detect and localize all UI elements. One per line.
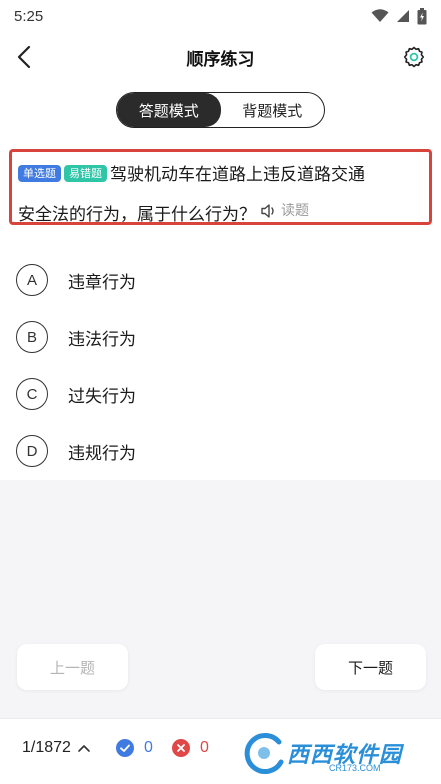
option-text: 过失行为: [68, 386, 136, 407]
question-line-2: 安全法的行为，属于什么行为？ 读题: [18, 193, 423, 233]
speaker-icon: [261, 204, 274, 218]
status-time: 5:25: [14, 7, 44, 25]
option-d[interactable]: D 违规行为: [16, 433, 136, 469]
watermark-subtext: CR173.COM: [329, 763, 381, 773]
battery-icon: [417, 7, 427, 24]
header: 顺序练习: [0, 32, 441, 82]
correct-count-stat: 0: [116, 739, 153, 757]
question-area: 答题模式 背题模式 单选题 易错题 驾驶机动车在道路上违反道路交通 安全法的行为，属…: [0, 82, 441, 480]
tab-memorize-mode[interactable]: 背题模式: [221, 93, 325, 127]
option-letter: A: [16, 264, 48, 296]
watermark-swoosh: [244, 733, 284, 774]
wrong-count: 0: [200, 739, 209, 756]
cross-circle-icon: [172, 739, 190, 757]
status-bar: 5:25: [0, 0, 441, 32]
question-text-2: 安全法的行为，属于什么行为？: [18, 205, 256, 225]
option-text: 违法行为: [68, 329, 136, 350]
tab-answer-mode[interactable]: 答题模式: [117, 93, 221, 127]
option-a[interactable]: A 违章行为: [16, 262, 136, 298]
status-icons: [371, 7, 427, 25]
wifi-icon: [371, 9, 389, 22]
back-button[interactable]: [10, 42, 38, 72]
page-title: 顺序练习: [186, 49, 255, 70]
back-icon: [17, 45, 31, 69]
question-line-1: 单选题 易错题 驾驶机动车在道路上违反道路交通: [18, 157, 423, 193]
signal-icon: [397, 10, 409, 22]
option-text: 违规行为: [68, 443, 136, 464]
wrong-count-stat: 0: [172, 739, 209, 757]
settings-button[interactable]: [399, 42, 429, 72]
mode-toggle: 答题模式 背题模式: [116, 92, 325, 128]
correct-count: 0: [144, 739, 153, 756]
question-text-1: 驾驶机动车在道路上违反道路交通: [110, 165, 365, 185]
progress-count: 1/1872: [22, 739, 71, 756]
error-prone-badge: 易错题: [64, 165, 107, 182]
check-circle-icon: [116, 739, 134, 757]
watermark-logo: 西西软件园 CR173.COM: [241, 725, 441, 781]
settings-icon: [403, 46, 425, 68]
option-letter: C: [16, 378, 48, 410]
prev-question-button[interactable]: 上一题: [17, 644, 128, 690]
bottom-bar: 1/1872 0 0 西西软件园 CR173.COM: [0, 718, 441, 784]
option-b[interactable]: B 违法行为: [16, 319, 136, 355]
progress-indicator[interactable]: 1/1872: [22, 739, 91, 757]
option-letter: D: [16, 435, 48, 467]
option-c[interactable]: C 过失行为: [16, 376, 136, 412]
read-question-button[interactable]: 读题: [260, 193, 309, 229]
chevron-up-icon: [78, 745, 90, 752]
option-text: 违章行为: [68, 272, 136, 293]
question-box: 单选题 易错题 驾驶机动车在道路上违反道路交通 安全法的行为，属于什么行为？ 读题: [9, 149, 432, 225]
next-question-button[interactable]: 下一题: [315, 644, 426, 690]
option-letter: B: [16, 321, 48, 353]
read-question-label: 读题: [281, 203, 309, 219]
question-type-badge: 单选题: [18, 165, 61, 182]
